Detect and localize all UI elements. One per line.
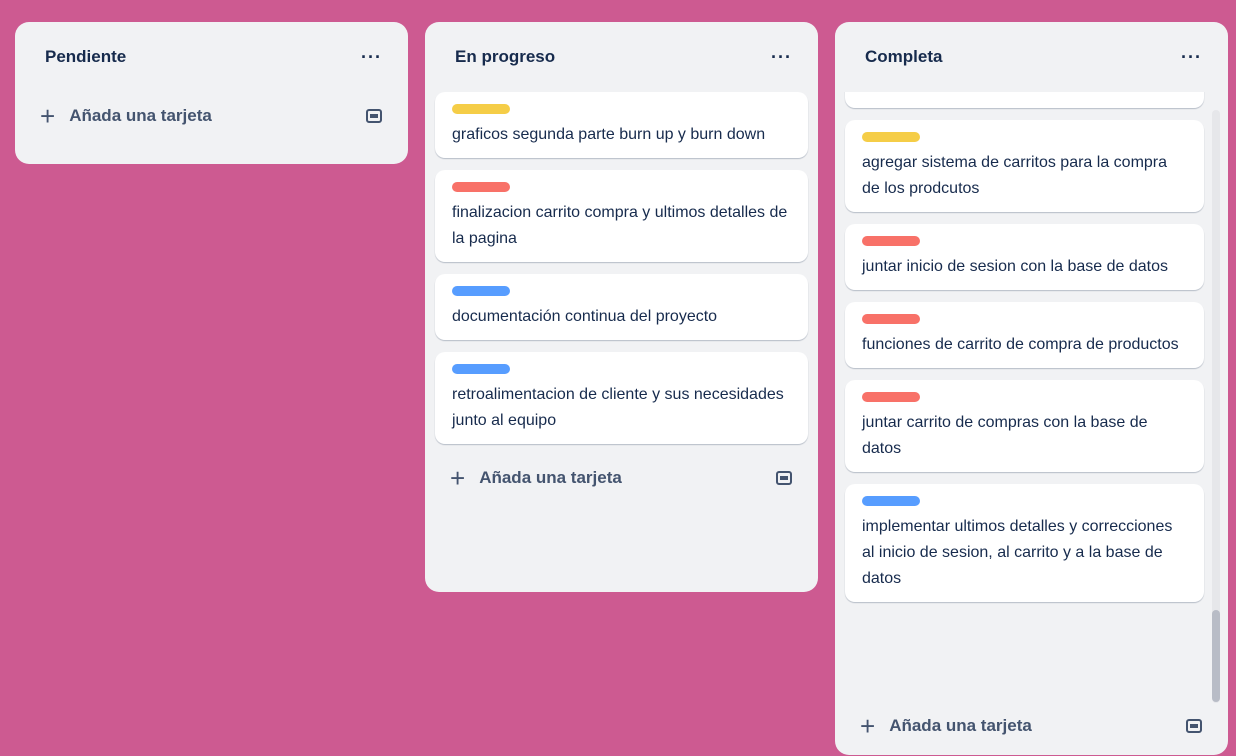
card-template-icon[interactable] <box>776 471 792 485</box>
add-card-button[interactable]: + Añada una tarjeta <box>425 448 818 508</box>
plus-icon: + <box>450 463 466 493</box>
list-title[interactable]: En progreso <box>455 47 555 67</box>
card-label-red <box>862 392 920 402</box>
card-template-icon[interactable] <box>366 109 382 123</box>
add-card-button[interactable]: + Añada una tarjeta <box>15 86 408 146</box>
card-title: finalizacion carrito compra y ultimos de… <box>452 204 788 247</box>
card-label-red <box>452 182 510 192</box>
add-card-label: Añada una tarjeta <box>889 716 1032 735</box>
list-en-progreso: En progreso ··· graficos segunda parte b… <box>425 22 818 592</box>
card-label-blue <box>452 286 510 296</box>
list-header: En progreso ··· <box>425 22 818 92</box>
more-dots-icon[interactable]: ··· <box>771 48 792 66</box>
card[interactable]: funciones de carrito de compra de produc… <box>845 302 1204 368</box>
card-list[interactable]: agregar sistema de carritos para la comp… <box>835 92 1228 692</box>
card[interactable]: retroalimentacion de cliente y sus neces… <box>435 352 808 444</box>
card-title: graficos segunda parte burn up y burn do… <box>452 126 766 143</box>
list-completa: Completa ··· agregar sistema de carritos… <box>835 22 1228 755</box>
card-label-red <box>862 314 920 324</box>
card[interactable]: juntar carrito de compras con la base de… <box>845 380 1204 472</box>
list-header: Pendiente ··· <box>15 22 408 92</box>
list-header: Completa ··· <box>835 22 1228 92</box>
card-list: graficos segunda parte burn up y burn do… <box>425 92 818 448</box>
plus-icon: + <box>860 711 876 741</box>
add-card-label-wrap[interactable]: + Añada una tarjeta <box>450 465 622 491</box>
card[interactable]: juntar inicio de sesion con la base de d… <box>845 224 1204 290</box>
card-label-blue <box>452 364 510 374</box>
scrollbar-thumb[interactable] <box>1212 610 1220 702</box>
card-title: agregar sistema de carritos para la comp… <box>862 154 1168 197</box>
add-card-label: Añada una tarjeta <box>479 468 622 487</box>
card-label-blue <box>862 496 920 506</box>
add-card-label: Añada una tarjeta <box>69 106 212 125</box>
card-label-yellow <box>862 132 920 142</box>
add-card-button[interactable]: + Añada una tarjeta <box>835 696 1228 756</box>
card[interactable]: agregar sistema de carritos para la comp… <box>845 120 1204 212</box>
card-title: implementar ultimos detalles y correccio… <box>862 518 1173 587</box>
card-title: retroalimentacion de cliente y sus neces… <box>452 386 784 429</box>
list-scrollbar[interactable] <box>1212 110 1220 703</box>
card-title: juntar inicio de sesion con la base de d… <box>862 258 1168 275</box>
add-card-label-wrap[interactable]: + Añada una tarjeta <box>860 713 1032 739</box>
card-title: funciones de carrito de compra de produc… <box>862 336 1179 353</box>
card[interactable]: implementar ultimos detalles y correccio… <box>845 484 1204 602</box>
card-label-red <box>862 236 920 246</box>
card-template-icon[interactable] <box>1186 719 1202 733</box>
card-title: juntar carrito de compras con la base de… <box>862 414 1148 457</box>
list-title[interactable]: Completa <box>865 47 942 67</box>
more-dots-icon[interactable]: ··· <box>1181 48 1202 66</box>
card-title: documentación continua del proyecto <box>452 308 718 325</box>
plus-icon: + <box>40 101 56 131</box>
card-partial[interactable] <box>845 92 1204 108</box>
card[interactable]: finalizacion carrito compra y ultimos de… <box>435 170 808 262</box>
add-card-label-wrap[interactable]: + Añada una tarjeta <box>40 103 212 129</box>
more-dots-icon[interactable]: ··· <box>361 48 382 66</box>
list-title[interactable]: Pendiente <box>45 47 126 67</box>
card[interactable]: graficos segunda parte burn up y burn do… <box>435 92 808 158</box>
card[interactable]: documentación continua del proyecto <box>435 274 808 340</box>
list-pendiente: Pendiente ··· + Añada una tarjeta <box>15 22 408 164</box>
card-label-yellow <box>452 104 510 114</box>
